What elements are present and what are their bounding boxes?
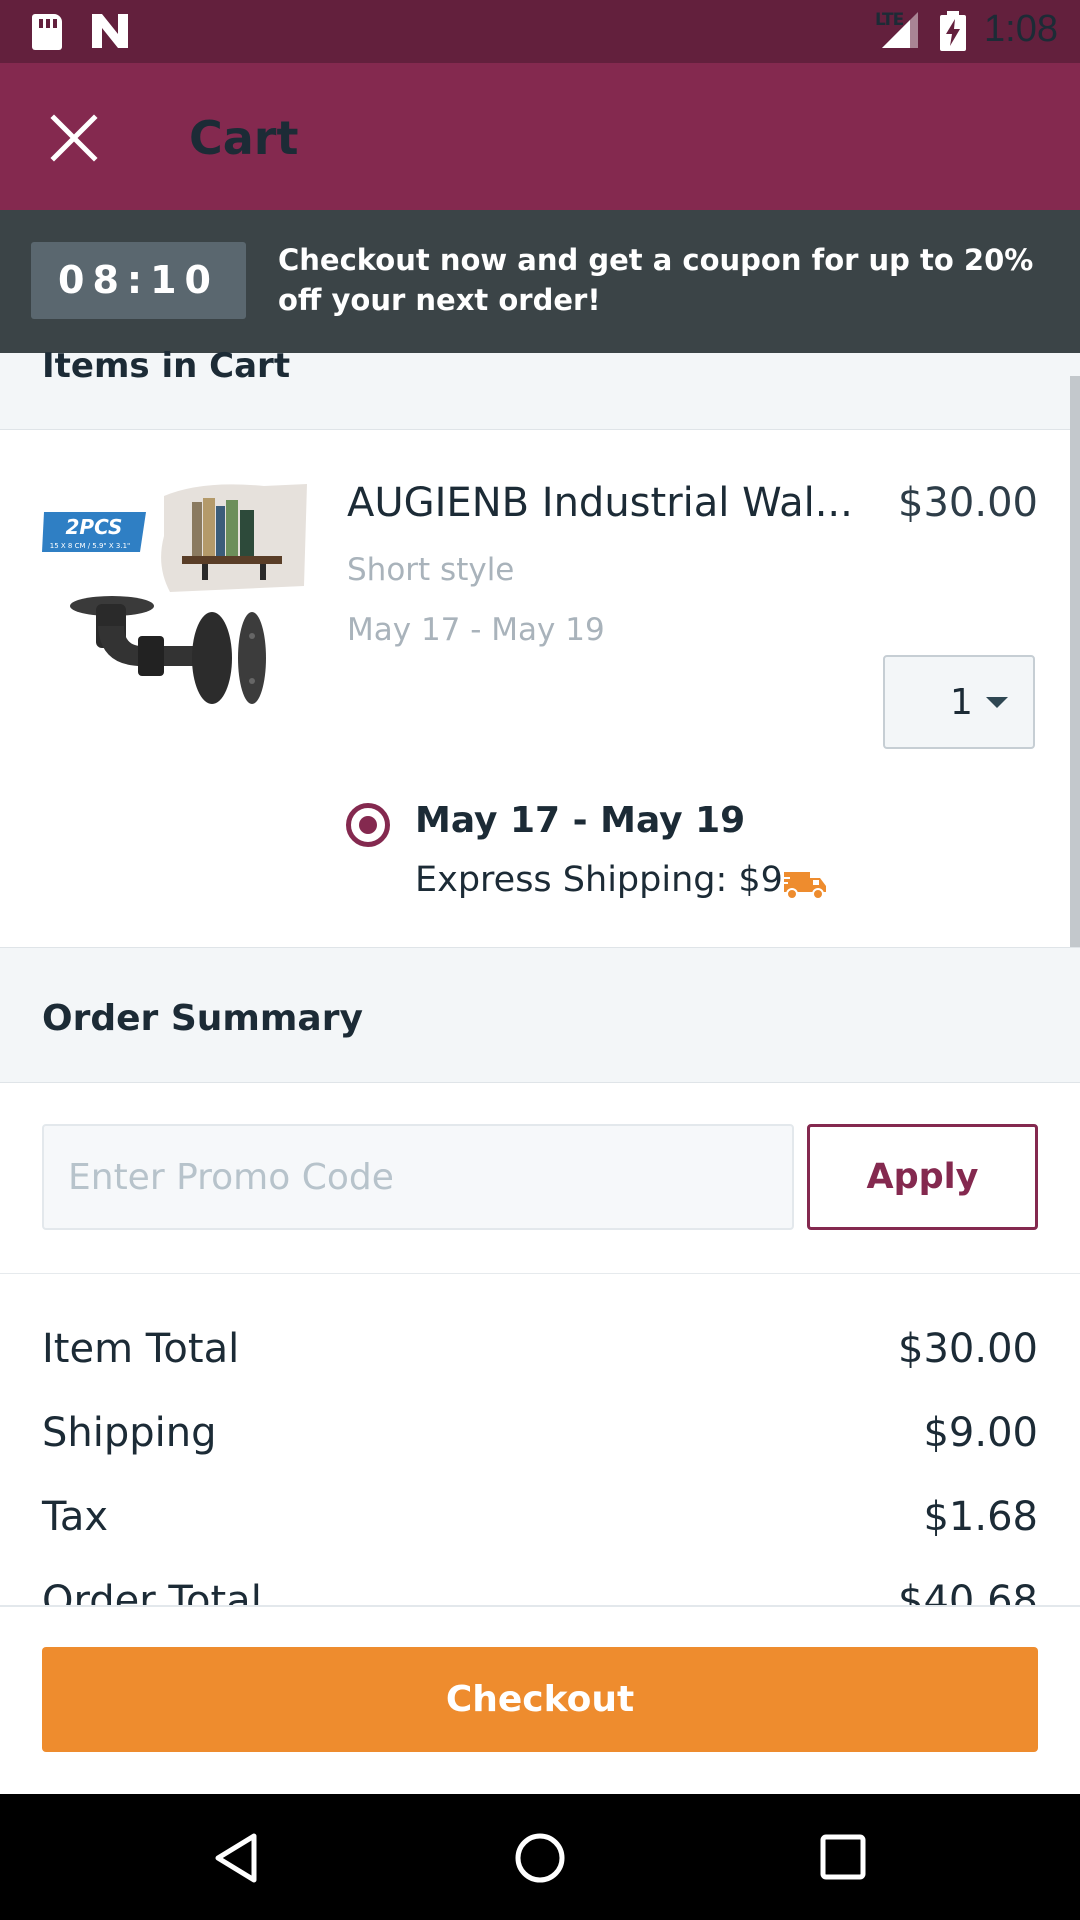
tax-value: $1.68 (923, 1494, 1038, 1540)
caret-down-icon (986, 697, 1008, 708)
page-title: Cart (189, 111, 299, 165)
item-total-label: Item Total (42, 1326, 240, 1372)
home-icon[interactable] (514, 1832, 566, 1884)
battery-charging-icon (940, 11, 966, 51)
image-badge: 2PCS (66, 515, 123, 539)
product-name[interactable]: AUGIENB Industrial Wal... (347, 480, 853, 526)
order-summary-title: Order Summary (42, 998, 363, 1039)
divider (0, 1605, 1080, 1607)
shipping-value: $9.00 (923, 1410, 1038, 1456)
status-clock: 1:08 (984, 8, 1058, 50)
image-badge-sub: 15 X 8 CM / 5.9" X 3.1" (50, 542, 131, 550)
tax-label: Tax (42, 1494, 108, 1540)
notification-n-icon (92, 14, 128, 48)
shipping-radio-button[interactable] (346, 803, 390, 847)
countdown-timer: 08:10 (31, 242, 246, 319)
scrollbar-thumb[interactable] (1070, 376, 1080, 950)
shipping-label: Shipping (42, 1410, 217, 1456)
divider (0, 1273, 1080, 1274)
product-price: $30.00 (898, 480, 1038, 526)
truck-icon (782, 872, 826, 900)
shipping-express-label: Express Shipping: $9 (415, 860, 783, 900)
item-total-value: $30.00 (898, 1326, 1038, 1372)
recents-icon[interactable] (820, 1834, 866, 1880)
product-variant: Short style (347, 552, 515, 588)
items-section-title: Items in Cart (42, 346, 291, 386)
promo-code-input[interactable] (42, 1124, 794, 1230)
network-type: LTE (875, 10, 904, 30)
apply-button[interactable]: Apply (807, 1124, 1038, 1230)
product-image[interactable]: 2PCS 15 X 8 CM / 5.9" X 3.1" (42, 476, 307, 716)
shipping-dates: May 17 - May 19 (415, 800, 746, 841)
product-delivery-range: May 17 - May 19 (347, 612, 605, 648)
sd-card-icon (32, 14, 62, 50)
checkout-button[interactable]: Checkout (42, 1647, 1038, 1752)
promo-message: Checkout now and get a coupon for up to … (278, 243, 1034, 317)
close-icon[interactable] (44, 108, 104, 168)
quantity-value: 1 (950, 682, 973, 723)
back-icon[interactable] (212, 1832, 260, 1884)
app-bar (0, 63, 1080, 210)
